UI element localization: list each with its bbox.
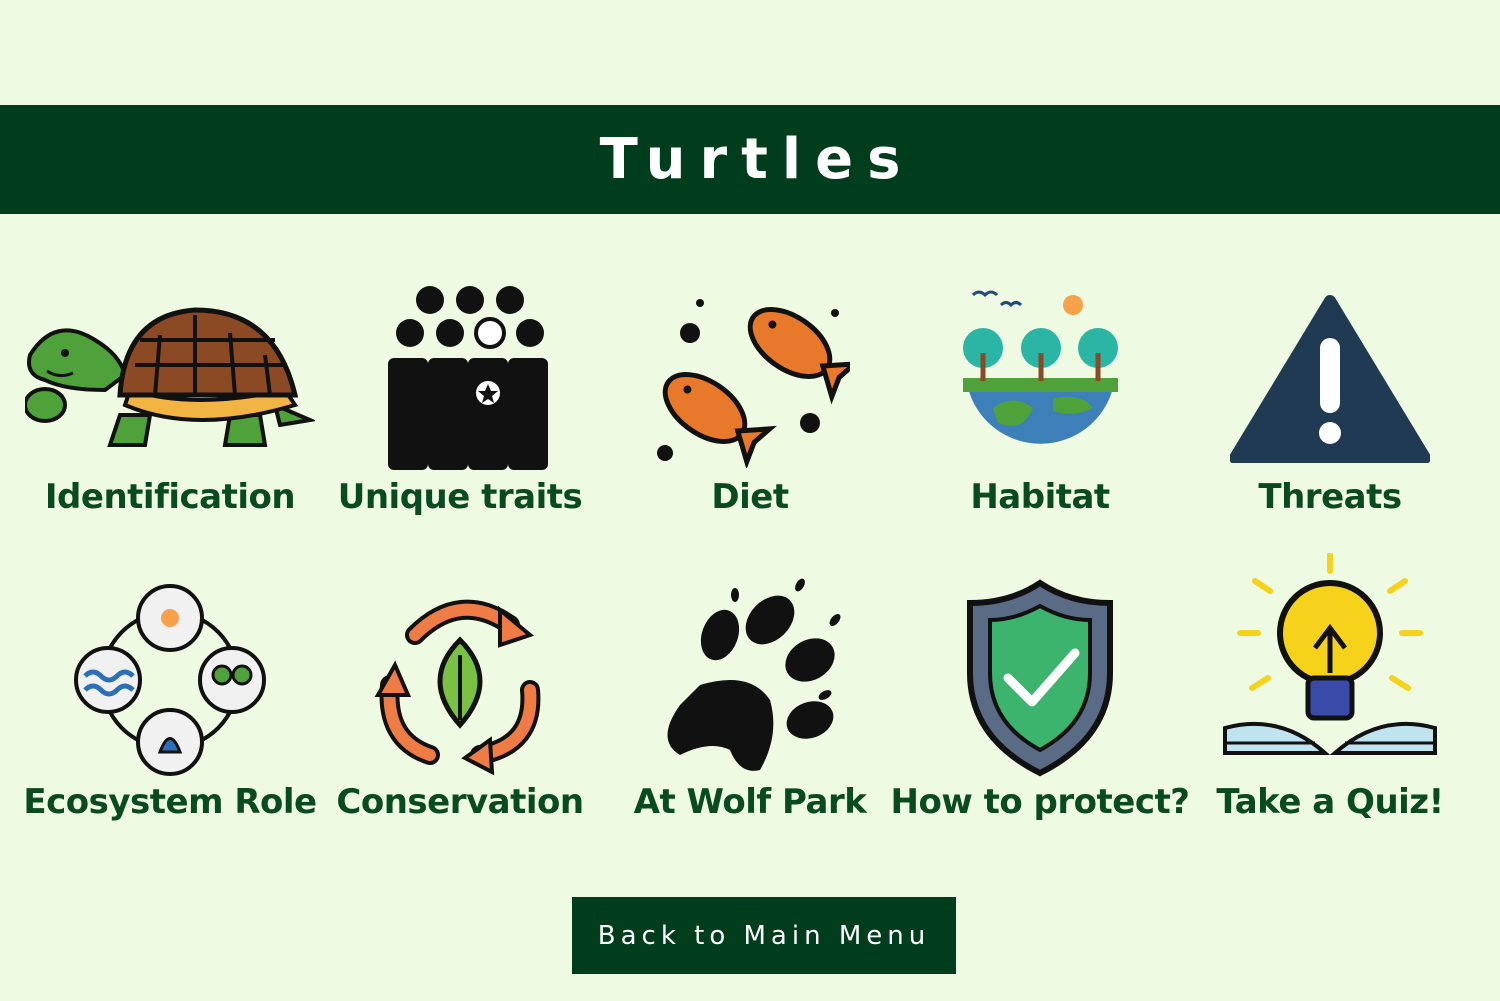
tile-label: Ecosystem Role	[23, 782, 317, 822]
lightbulb-book-icon	[1185, 550, 1475, 765]
shield-check-icon	[895, 575, 1185, 780]
tile-at-wolf-park[interactable]: At Wolf Park	[605, 540, 895, 830]
tile-conservation[interactable]: Conservation	[315, 540, 605, 830]
tile-ecosystem-role[interactable]: Ecosystem Role	[23, 540, 317, 830]
turtle-icon	[25, 290, 315, 460]
tile-unique-traits[interactable]: Unique traits	[315, 235, 605, 525]
tile-label: Identification	[44, 477, 296, 517]
back-to-main-menu-button[interactable]: Back to Main Menu	[572, 897, 956, 974]
tile-identification[interactable]: Identification	[25, 235, 315, 525]
ecosystem-cycle-icon	[25, 580, 315, 780]
tile-label: Conservation	[336, 782, 584, 822]
page-title: Turtles	[599, 127, 915, 192]
paw-print-icon	[605, 570, 895, 780]
title-banner: Turtles	[0, 105, 1500, 214]
recycle-leaf-icon	[315, 580, 605, 780]
earth-trees-icon	[895, 280, 1185, 460]
tile-label: Unique traits	[337, 477, 583, 517]
tile-threats[interactable]: Threats	[1185, 235, 1475, 525]
tile-label: Diet	[711, 477, 789, 517]
tile-take-a-quiz[interactable]: Take a Quiz!	[1185, 540, 1475, 830]
tile-label: Take a Quiz!	[1216, 782, 1444, 822]
crowd-lightbulb-icon	[315, 275, 605, 475]
fish-icon	[605, 280, 895, 470]
tile-how-to-protect[interactable]: How to protect?	[891, 540, 1190, 830]
tile-diet[interactable]: Diet	[605, 235, 895, 525]
tile-label: How to protect?	[890, 782, 1190, 822]
warning-icon	[1185, 290, 1475, 465]
tile-label: At Wolf Park	[633, 782, 867, 822]
tile-label: Habitat	[970, 477, 1110, 517]
tile-label: Threats	[1258, 477, 1402, 517]
tile-habitat[interactable]: Habitat	[895, 235, 1185, 525]
